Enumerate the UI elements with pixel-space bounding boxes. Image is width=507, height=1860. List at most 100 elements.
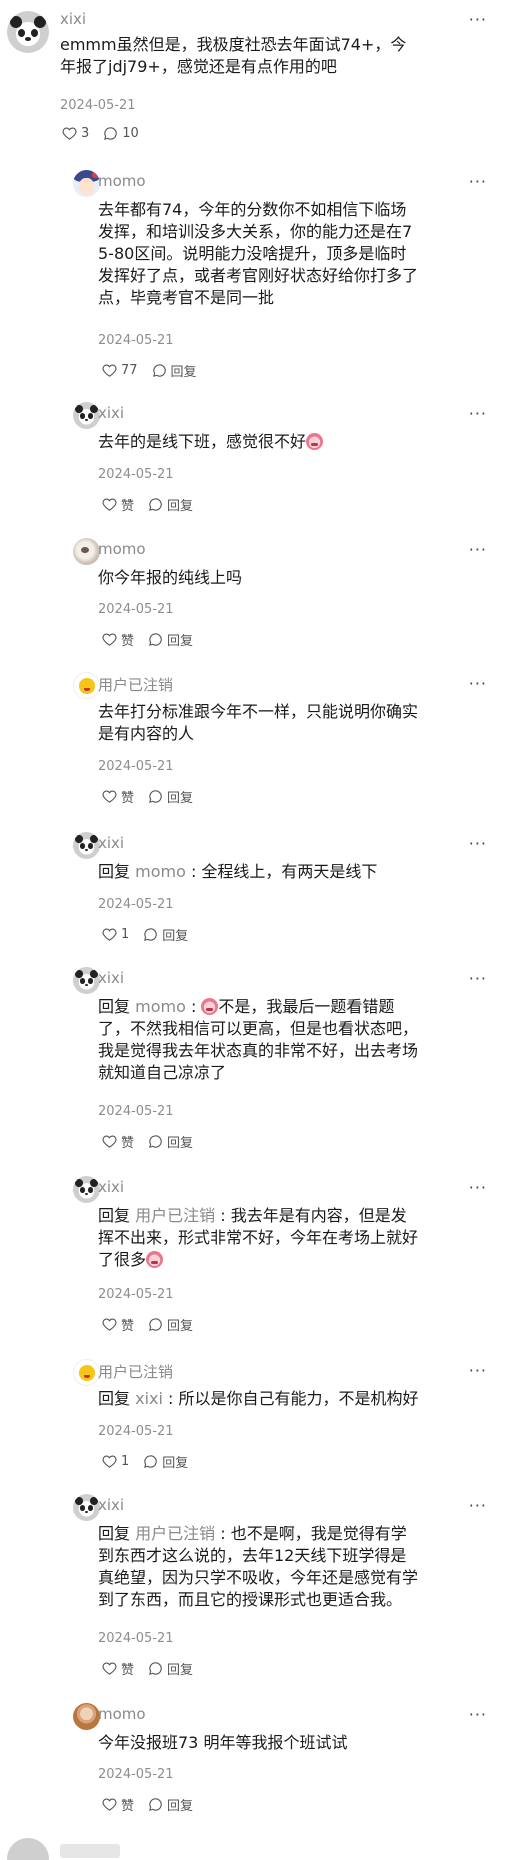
- reply-button[interactable]: 回复: [148, 1132, 193, 1151]
- comment-bubble-icon: [149, 1662, 162, 1675]
- mention-link[interactable]: 用户已注销: [135, 1524, 215, 1543]
- comment-bubble-icon: [149, 498, 162, 511]
- more-dots-icon[interactable]: ···: [469, 1178, 487, 1197]
- reply-label: 回复: [162, 1456, 189, 1471]
- avatar[interactable]: [7, 1838, 49, 1860]
- mention-link[interactable]: momo: [135, 862, 186, 881]
- like-button[interactable]: 赞: [102, 1132, 134, 1151]
- reply-button[interactable]: 回复: [148, 495, 193, 514]
- heart-outline-icon: [102, 1318, 117, 1331]
- reply-button[interactable]: 回复: [148, 1315, 193, 1334]
- reply-text: 回复 xixi : 所以是你自己有能力，不是机构好: [98, 1389, 419, 1408]
- reply-actions: 赞 回复: [102, 630, 207, 649]
- heart-outline-icon: [62, 127, 77, 140]
- reply-button[interactable]: 回复: [148, 1659, 193, 1678]
- heart-outline-icon: [102, 928, 117, 941]
- reply-text: 回复 momo : 不是，我最后一题看错题了，不然我相信可以更高，但是也看状态吧…: [98, 997, 419, 1082]
- author-name[interactable]: xixi: [98, 1496, 124, 1514]
- like-button[interactable]: 赞: [102, 787, 134, 806]
- author-name[interactable]: momo: [98, 172, 146, 190]
- more-dots-icon[interactable]: ···: [469, 404, 487, 423]
- avatar[interactable]: [73, 967, 100, 994]
- sticker-emoji-icon: [146, 1251, 164, 1268]
- like-count: 77: [121, 363, 138, 378]
- like-label: 赞: [121, 1663, 135, 1678]
- author-name[interactable]: 用户已注销: [98, 1361, 173, 1382]
- reply-button[interactable]: 回复: [148, 630, 193, 649]
- author-name[interactable]: xixi: [60, 10, 86, 28]
- author-name[interactable]: xixi: [98, 1178, 124, 1196]
- like-label: 赞: [121, 791, 135, 806]
- author-name[interactable]: xixi: [98, 834, 124, 852]
- avatar[interactable]: [73, 170, 100, 197]
- like-button[interactable]: 1: [102, 1454, 129, 1469]
- like-label: 赞: [121, 634, 135, 649]
- author-name[interactable]: xixi: [98, 404, 124, 422]
- avatar[interactable]: [73, 538, 100, 565]
- avatar[interactable]: [73, 1703, 100, 1730]
- more-dots-icon[interactable]: ···: [469, 1496, 487, 1515]
- author-name[interactable]: momo: [98, 540, 146, 558]
- like-button[interactable]: 赞: [102, 630, 134, 649]
- avatar[interactable]: [73, 1494, 100, 1521]
- avatar[interactable]: [73, 1359, 100, 1386]
- avatar[interactable]: [7, 11, 49, 53]
- reply-button[interactable]: 回复: [143, 925, 188, 944]
- reply-date: 2024-05-21: [98, 897, 174, 912]
- reply-button[interactable]: 回复: [143, 1452, 188, 1471]
- like-count: 3: [81, 126, 90, 141]
- reply-date: 2024-05-21: [98, 1287, 174, 1302]
- like-button[interactable]: 赞: [102, 495, 134, 514]
- author-name-placeholder: [60, 1844, 120, 1858]
- reply-actions: 1 回复: [102, 1452, 202, 1471]
- avatar[interactable]: [73, 402, 100, 429]
- more-dots-icon[interactable]: ···: [469, 969, 487, 988]
- heart-outline-icon: [102, 633, 117, 646]
- reply-actions: 赞 回复: [102, 495, 207, 514]
- comment-bubble-icon: [144, 928, 158, 941]
- reply-actions: 赞 回复: [102, 1132, 207, 1151]
- like-button[interactable]: 77: [102, 363, 138, 378]
- heart-outline-icon: [102, 790, 117, 803]
- like-button[interactable]: 赞: [102, 1315, 134, 1334]
- reply-text: 你今年报的纯线上吗: [98, 568, 243, 587]
- like-button[interactable]: 赞: [102, 1659, 134, 1678]
- more-dots-icon[interactable]: ···: [469, 1361, 487, 1380]
- reply-label: 回复: [167, 634, 194, 649]
- mention-link[interactable]: 用户已注销: [135, 1206, 215, 1225]
- author-name[interactable]: momo: [98, 1705, 146, 1723]
- like-button[interactable]: 1: [102, 927, 129, 942]
- like-button[interactable]: 3: [62, 126, 89, 141]
- like-button[interactable]: 赞: [102, 1795, 134, 1814]
- comment-bubble-icon: [149, 790, 162, 803]
- sticker-emoji-icon: [201, 998, 219, 1015]
- mention-link[interactable]: momo: [135, 997, 186, 1016]
- more-dots-icon[interactable]: ···: [469, 674, 487, 693]
- comment-button[interactable]: 10: [103, 126, 139, 141]
- more-dots-icon[interactable]: ···: [469, 1705, 487, 1724]
- more-dots-icon[interactable]: ···: [469, 172, 487, 191]
- sticker-emoji-icon: [306, 433, 324, 450]
- comment-bubble-icon: [152, 364, 166, 377]
- more-dots-icon[interactable]: ···: [469, 540, 487, 559]
- avatar[interactable]: [73, 672, 100, 699]
- more-dots-icon[interactable]: ···: [469, 10, 487, 29]
- reply-text: 去年打分标准跟今年不一样，只能说明你确实是有内容的人: [98, 702, 419, 743]
- comment-text: emmm虽然但是，我极度社恐去年面试74+，今年报了jdj79+，感觉还是有点作…: [60, 35, 407, 76]
- reply-button[interactable]: 回复: [148, 787, 193, 806]
- reply-button[interactable]: 回复: [148, 1795, 193, 1814]
- avatar[interactable]: [73, 832, 100, 859]
- reply-label: 回复: [167, 499, 194, 514]
- comment-bubble-icon: [144, 1455, 158, 1468]
- author-name[interactable]: xixi: [98, 969, 124, 987]
- author-name[interactable]: 用户已注销: [98, 674, 173, 695]
- reply-text: 今年没报班73 明年等我报个班试试: [98, 1733, 348, 1752]
- reply-label: 回复: [167, 1319, 194, 1334]
- mention-link[interactable]: xixi: [135, 1389, 163, 1408]
- avatar[interactable]: [73, 1176, 100, 1203]
- more-dots-icon[interactable]: ···: [469, 834, 487, 853]
- reply-button[interactable]: 回复: [152, 361, 197, 380]
- reply-date: 2024-05-21: [98, 602, 174, 617]
- heart-outline-icon: [102, 1455, 117, 1468]
- reply-text: 回复 用户已注销 : 也不是啊，我是觉得有学到东西才这么说的，去年12天线下班学…: [98, 1524, 419, 1609]
